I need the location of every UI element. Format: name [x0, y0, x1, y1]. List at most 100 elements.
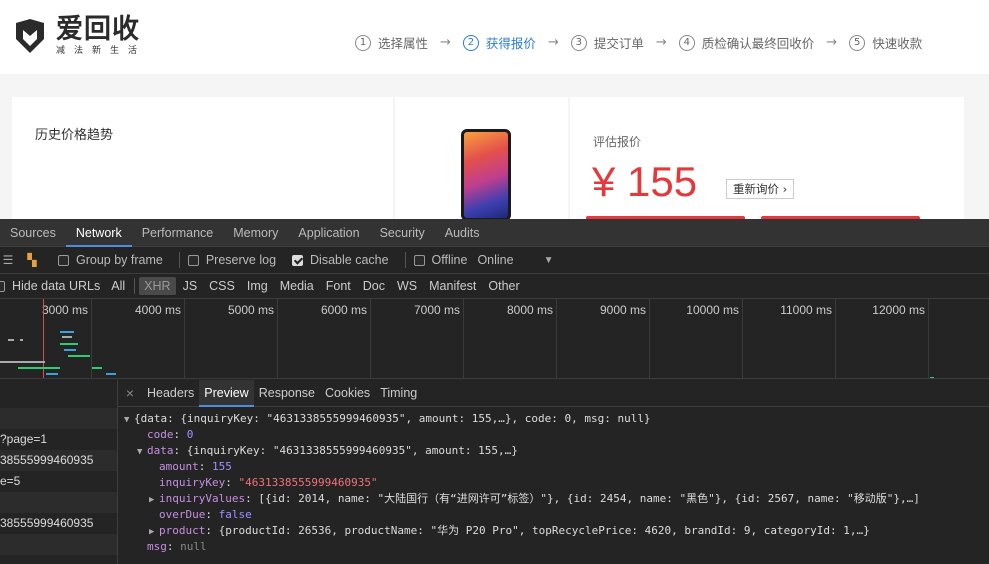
json-preview: ▼ {data: {inquiryKey: "463133855599946093…: [118, 408, 989, 564]
step-number: 3: [570, 34, 587, 51]
step-label: 快速收款: [872, 36, 923, 51]
throttle-value: Online: [477, 253, 514, 267]
price-history-panel: 历史价格趋势: [12, 97, 393, 222]
step-3: 3 提交订单: [570, 33, 644, 52]
price-value: ¥ 155: [592, 158, 698, 205]
filter-img[interactable]: Img: [242, 277, 273, 295]
collapsed-triangle-icon: ▶: [149, 527, 155, 537]
json-root[interactable]: ▼ {data: {inquiryKey: "463133855599946093…: [124, 411, 651, 428]
tab-sources[interactable]: Sources: [0, 219, 66, 247]
filter-xhr[interactable]: XHR: [139, 277, 176, 295]
tab-response[interactable]: Response: [254, 380, 320, 407]
filter-font[interactable]: Font: [321, 277, 356, 295]
timeline-tick: 8000 ms: [507, 299, 557, 378]
tab-cookies[interactable]: Cookies: [320, 380, 375, 407]
filter-manifest[interactable]: Manifest: [424, 277, 481, 295]
tab-memory[interactable]: Memory: [223, 219, 288, 247]
request-row[interactable]: 38555999460935: [0, 450, 117, 471]
step-1: 1 选择属性: [355, 33, 428, 52]
step-number: 1: [355, 34, 371, 51]
tab-security[interactable]: Security: [370, 219, 435, 247]
throttle-select[interactable]: Online ▼: [477, 253, 553, 267]
timeline-tick: 7000 ms: [414, 299, 464, 378]
filter-js[interactable]: JS: [178, 277, 203, 295]
list-view-icon[interactable]: ☰: [0, 253, 16, 267]
request-row[interactable]: 38555999460935: [0, 513, 117, 534]
progress-steps: 1 选择属性 → 2 获得报价 → 3 提交订单 → 4 质检确认最终回收价 →…: [355, 33, 922, 52]
close-icon[interactable]: ×: [118, 385, 142, 401]
network-overview-timeline[interactable]: 3000 ms 4000 ms 5000 ms 6000 ms 7000 ms …: [0, 299, 989, 379]
toolbar-divider: [134, 278, 136, 294]
offline-checkbox[interactable]: Offline: [413, 253, 467, 267]
json-product[interactable]: ▶ product: {productId: 26536, productName…: [149, 523, 870, 540]
timeline-tick: 9000 ms: [600, 299, 650, 378]
tab-audits[interactable]: Audits: [435, 219, 490, 247]
arrow-right-icon: →: [655, 35, 667, 50]
request-row[interactable]: [0, 534, 117, 555]
hide-data-urls-checkbox[interactable]: Hide data URLs: [0, 279, 100, 293]
step-number: 4: [678, 34, 695, 51]
request-row[interactable]: ?page=1: [0, 429, 117, 450]
json-data[interactable]: ▼ data: {inquiryKey: "4631338555999460935…: [137, 443, 518, 460]
timeline-tick: 4000 ms: [135, 299, 185, 378]
tab-application[interactable]: Application: [288, 219, 369, 247]
arrow-right-icon: →: [440, 35, 451, 50]
expanded-triangle-icon: ▼: [137, 447, 143, 457]
step-label: 提交订单: [593, 36, 644, 51]
logo-heart-icon: [16, 19, 44, 53]
tab-preview[interactable]: Preview: [199, 379, 254, 407]
request-row[interactable]: [0, 492, 117, 513]
step-label: 质检确认最终回收价: [701, 36, 815, 51]
timeline-tick: 11000 ms: [780, 299, 836, 378]
disable-cache-checkbox[interactable]: Disable cache: [292, 253, 389, 267]
arrow-right-icon: →: [547, 35, 559, 50]
filter-all[interactable]: All: [106, 277, 130, 295]
timeline-tick: 10000 ms: [686, 299, 743, 378]
filter-bar: Hide data URLs All XHR JS CSS Img Media …: [0, 274, 989, 299]
json-overdue: overDue: false: [159, 508, 252, 521]
history-title: 历史价格趋势: [35, 128, 114, 143]
filter-doc[interactable]: Doc: [358, 277, 390, 295]
requote-button[interactable]: 重新询价 ›: [726, 179, 795, 199]
network-toolbar: ☰ ▚ Group by frame Preserve log Disable …: [0, 247, 989, 274]
filter-media[interactable]: Media: [275, 277, 319, 295]
waterfall-view-icon[interactable]: ▚: [24, 253, 40, 267]
checkbox-checked-icon: [292, 254, 304, 266]
timeline-tick: 5000 ms: [228, 299, 278, 378]
step-label: 获得报价: [485, 36, 536, 51]
preserve-log-checkbox[interactable]: Preserve log: [187, 253, 277, 267]
json-inquiry-values[interactable]: ▶ inquiryValues: [{id: 2014, name: "大陆国行（…: [149, 491, 920, 508]
step-4: 4 质检确认最终回收价: [678, 33, 815, 52]
tab-headers[interactable]: Headers: [142, 380, 199, 407]
json-msg: msg: null: [147, 540, 207, 553]
price-label: 评估报价: [593, 135, 642, 149]
request-list: ?page=1 38555999460935 e=5 3855599946093…: [0, 380, 118, 564]
step-label: 选择属性: [378, 36, 429, 51]
request-row[interactable]: [0, 408, 117, 429]
timeline-tick: 12000 ms: [872, 299, 929, 378]
tab-network[interactable]: Network: [65, 219, 132, 247]
json-code: code: 0: [147, 428, 194, 441]
filter-css[interactable]: CSS: [204, 277, 240, 295]
toolbar-divider: [404, 252, 406, 268]
step-2: 2 获得报价: [462, 33, 536, 52]
expanded-triangle-icon: ▼: [124, 415, 130, 425]
json-amount: amount: 155: [159, 460, 232, 473]
checkbox-icon: [413, 254, 425, 266]
group-by-frame-checkbox[interactable]: Group by frame: [58, 253, 163, 267]
toolbar-divider: [178, 252, 180, 268]
site-logo[interactable]: 爱回收 减法新生活: [12, 16, 146, 56]
request-row[interactable]: e=5: [0, 471, 117, 492]
group-by-frame-label: Group by frame: [76, 253, 163, 267]
arrow-right-icon: →: [826, 35, 838, 50]
phone-image: [461, 129, 511, 221]
tab-timing[interactable]: Timing: [375, 380, 422, 407]
tab-performance[interactable]: Performance: [132, 219, 224, 247]
dropdown-caret-icon: ▼: [543, 254, 554, 266]
filter-ws[interactable]: WS: [392, 277, 422, 295]
filter-other[interactable]: Other: [483, 277, 524, 295]
checkbox-icon: [58, 254, 69, 266]
quote-panel: 评估报价 ¥ 155 重新询价 ›: [570, 97, 964, 222]
preserve-log-label: Preserve log: [205, 253, 277, 267]
hide-data-urls-label: Hide data URLs: [12, 279, 101, 293]
